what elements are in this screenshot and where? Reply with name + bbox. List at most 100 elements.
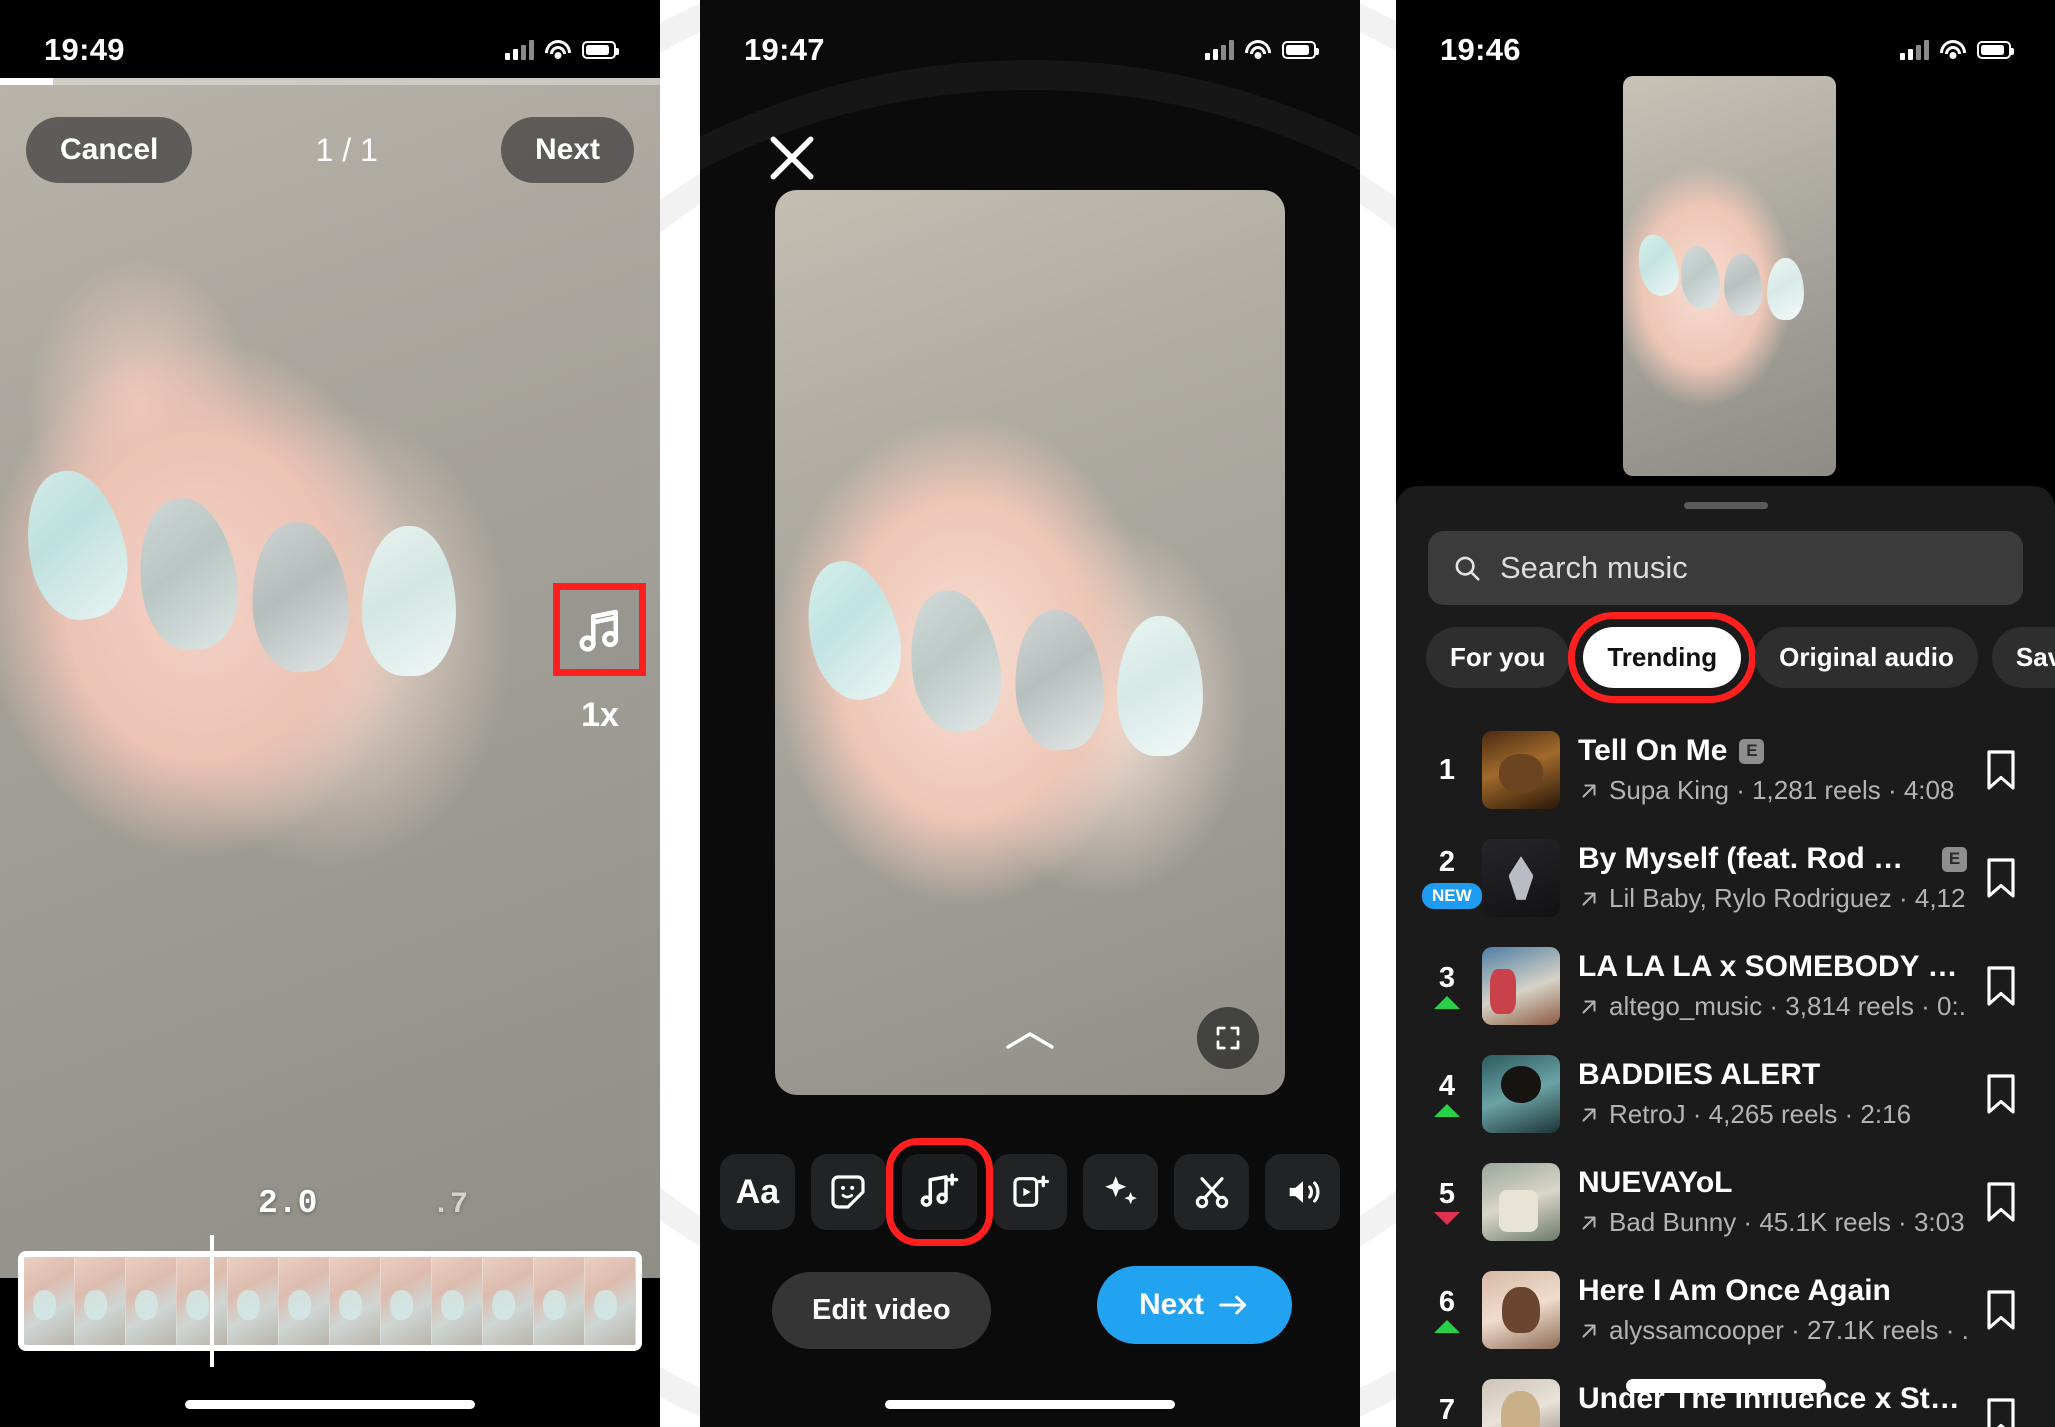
song-meta: Here I Am Once Again alyssamcooper · 27.… (1578, 1274, 1967, 1346)
story-progress-bar (0, 78, 660, 85)
home-indicator (1625, 1379, 1826, 1393)
song-title: Tell On Me (1578, 734, 1728, 767)
next-button-label: Next (1138, 1288, 1204, 1321)
editor-toolbar: Aa (700, 1138, 1360, 1246)
trim-tool-button[interactable] (1174, 1154, 1250, 1230)
chevron-up-icon (1006, 1032, 1054, 1049)
add-clip-tool-button[interactable] (992, 1154, 1068, 1230)
bookmark-button[interactable] (1977, 1181, 2025, 1223)
panel-gallery-preview: 19:49 Cancel 1 / 1 Next 1x 2.0 .7 (0, 0, 660, 1427)
expand-drawer-handle[interactable] (1004, 1027, 1056, 1055)
song-title: Here I Am Once Again (1578, 1274, 1891, 1307)
fullscreen-icon (1216, 1026, 1240, 1050)
list-item[interactable]: 7 Under The Influence x Streets... Luke (1396, 1364, 2055, 1427)
overlay-number-a: 2.0 (258, 1185, 318, 1222)
rank-cell: 1 (1422, 754, 1472, 785)
bookmark-button[interactable] (1977, 965, 2025, 1007)
tab-saved[interactable]: Saved (1991, 627, 2055, 688)
rank-cell: 2 NEW (1422, 847, 1482, 909)
wifi-icon (545, 40, 571, 60)
fullscreen-button[interactable] (1197, 1007, 1259, 1069)
wifi-icon (1940, 40, 1966, 60)
cancel-button[interactable]: Cancel (26, 117, 193, 183)
next-button[interactable]: Next (500, 117, 634, 183)
trending-arrow-icon (1582, 1323, 1596, 1338)
trend-up-icon (1434, 996, 1460, 1010)
song-meta: Tell On Me E Supa King · 1,281 reels · 4… (1578, 734, 1967, 806)
song-meta: BADDIES ALERT RetroJ · 4,265 reels · 2:1… (1578, 1058, 1967, 1130)
trending-arrow-icon (1582, 1107, 1596, 1122)
next-button-editor[interactable]: Next (1096, 1266, 1292, 1344)
rank-cell: 4 (1422, 1069, 1472, 1118)
tab-trending[interactable]: Trending (1568, 612, 1757, 703)
song-subtitle-row: alyssamcooper · 27.1K reels · ... (1578, 1315, 1967, 1346)
arrow-right-icon (1219, 1295, 1247, 1315)
song-meta: NUEVAYoL Bad Bunny · 45.1K reels · 3:03 (1578, 1166, 1967, 1238)
list-item[interactable]: 4 BADDIES ALERT RetroJ · 4,265 reels · 2 (1396, 1040, 2055, 1148)
volume-tool-button[interactable] (1265, 1154, 1341, 1230)
sticker-tool-button[interactable] (810, 1154, 886, 1230)
video-timeline-filmstrip[interactable] (18, 1251, 642, 1351)
bookmark-icon (1987, 1290, 2015, 1330)
album-art (1482, 839, 1560, 917)
explicit-badge: E (1942, 846, 1967, 872)
close-icon (770, 136, 814, 180)
effects-tool-button[interactable] (1083, 1154, 1159, 1230)
status-time: 19:46 (1440, 32, 1521, 67)
list-item[interactable]: 3 LA LA LA x SOMEBODY THAT... altego_mus (1396, 932, 2055, 1040)
home-indicator (885, 1400, 1175, 1409)
screenshot-stage: 19:49 Cancel 1 / 1 Next 1x 2.0 .7 19:47 … (0, 0, 2055, 1427)
page-counter: 1 / 1 (315, 131, 378, 168)
video-thumbnail[interactable] (1623, 76, 1836, 476)
list-item[interactable]: 5 NUEVAYoL Bad Bunny · 45.1K reels · 3:0 (1396, 1148, 2055, 1256)
add-music-tool-button[interactable] (885, 1138, 993, 1246)
trend-up-icon (1434, 1320, 1460, 1334)
trending-arrow-icon (1582, 1215, 1596, 1230)
sheet-grabber[interactable] (1683, 502, 1768, 509)
bookmark-icon (1987, 1398, 2015, 1427)
home-indicator (185, 1400, 475, 1409)
text-aa-icon: Aa (735, 1172, 780, 1211)
bookmark-button[interactable] (1977, 857, 2025, 899)
rank-cell: 7 (1422, 1394, 1472, 1427)
song-subtitle: alyssamcooper · 27.1K reels · ... (1609, 1315, 1967, 1345)
video-preview[interactable] (775, 190, 1285, 1095)
bookmark-icon (1987, 1074, 2015, 1114)
bookmark-button[interactable] (1977, 1073, 2025, 1115)
overlay-number-b: .7 (432, 1188, 469, 1222)
tab-original-audio[interactable]: Original audio (1755, 627, 1978, 688)
preview-photo (0, 78, 660, 1278)
album-art (1482, 1163, 1560, 1241)
trending-arrow-icon (1582, 999, 1596, 1014)
bookmark-button[interactable] (1977, 1289, 2025, 1331)
list-item[interactable]: 2 NEW By Myself (feat. Rod Wave) E Lil B… (1396, 824, 2055, 932)
edit-video-button[interactable]: Edit video (772, 1272, 991, 1349)
rank-number: 5 (1438, 1177, 1456, 1210)
album-art (1482, 1055, 1560, 1133)
trending-arrow-icon (1582, 783, 1596, 798)
bookmark-button[interactable] (1977, 1397, 2025, 1427)
rank-number: 6 (1438, 1285, 1456, 1318)
song-title: By Myself (feat. Rod Wave) (1578, 842, 1930, 875)
speed-label[interactable]: 1x (556, 696, 644, 735)
close-button[interactable] (760, 126, 824, 190)
song-subtitle-row: RetroJ · 4,265 reels · 2:16 (1578, 1099, 1967, 1130)
list-item[interactable]: 1 Tell On Me E Supa King · 1,281 reels ·… (1396, 716, 2055, 824)
tab-for-you[interactable]: For you (1426, 627, 1570, 688)
song-title: BADDIES ALERT (1578, 1058, 1821, 1091)
music-tabs: For you Trending Original audio Saved (1426, 612, 2055, 703)
song-subtitle-row: Luke Muzzic · 401K reels · 1:00 (1578, 1423, 1967, 1427)
rank-cell: 5 (1422, 1177, 1472, 1226)
music-sheet: Search music For you Trending Original a… (1396, 486, 2055, 1427)
timeline-playhead[interactable] (210, 1235, 214, 1367)
battery-icon (582, 41, 619, 59)
text-tool-button[interactable]: Aa (720, 1154, 795, 1230)
list-item[interactable]: 6 Here I Am Once Again alyssamcooper · 2 (1396, 1256, 2055, 1364)
panel-music-picker: 19:46 Search music For you Trending Orig… (1396, 0, 2055, 1427)
search-music-field[interactable]: Search music (1428, 531, 2023, 605)
song-title: LA LA LA x SOMEBODY THAT... (1578, 950, 1967, 983)
bookmark-button[interactable] (1977, 749, 2025, 791)
song-list: 1 Tell On Me E Supa King · 1,281 reels ·… (1396, 716, 2055, 1427)
rank-number: 4 (1438, 1069, 1456, 1102)
scissors-icon (1195, 1177, 1228, 1209)
